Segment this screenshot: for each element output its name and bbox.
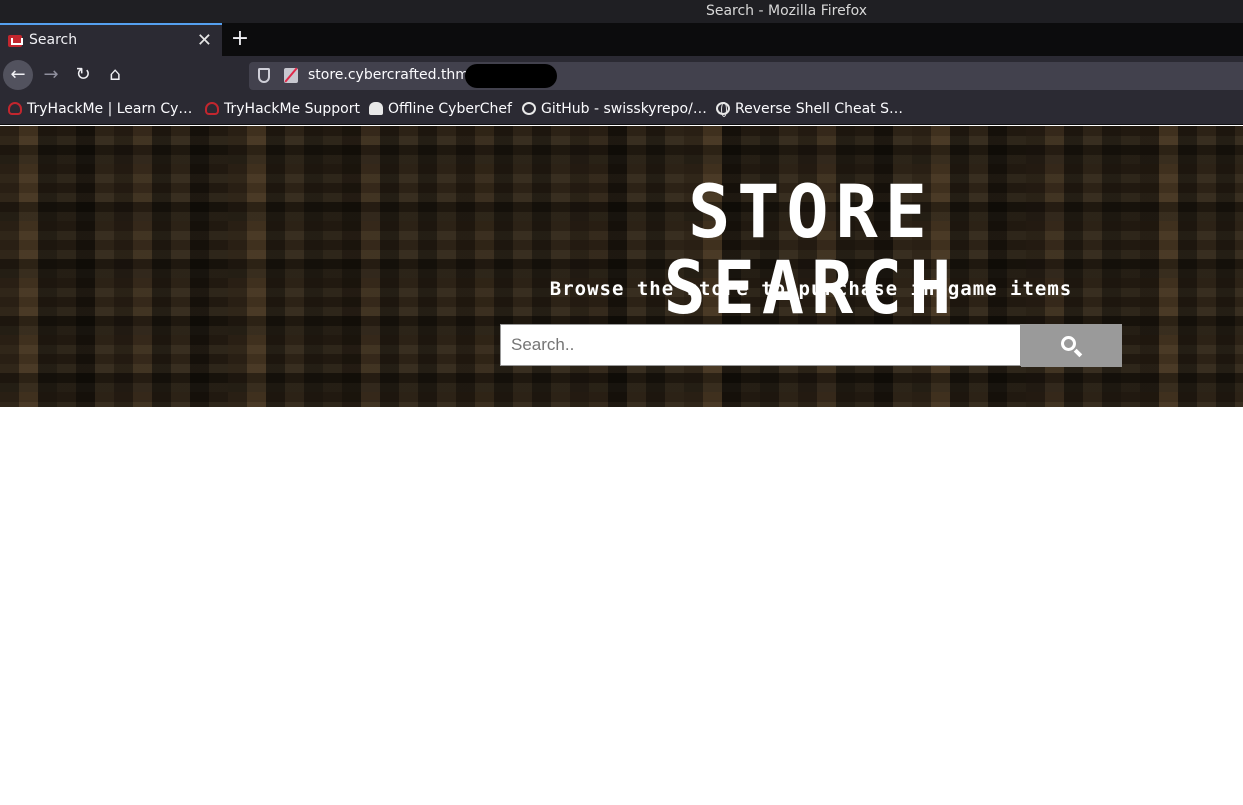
bookmark-label: TryHackMe | Learn Cy…: [27, 101, 193, 117]
url-text[interactable]: store.cybercrafted.thm: [308, 67, 469, 83]
close-tab-icon[interactable]: ✕: [197, 30, 212, 51]
tracking-protection-icon[interactable]: [258, 68, 270, 83]
home-button[interactable]: ⌂: [100, 60, 130, 90]
bookmark-reverse-shell[interactable]: Reverse Shell Cheat S…: [716, 101, 903, 117]
reload-button[interactable]: ↻: [68, 60, 98, 90]
tab-strip: Search ✕ +: [0, 23, 1243, 56]
page-title: STORE SEARCH: [663, 168, 959, 331]
search-hero-banner: STORE SEARCH Browse the store to purchas…: [0, 126, 1243, 407]
bookmark-label: TryHackMe Support: [224, 101, 360, 117]
window-titlebar: Search - Mozilla Firefox: [0, 0, 1243, 23]
bookmark-github-swisskyrepo[interactable]: GitHub - swisskyrepo/…: [522, 101, 707, 117]
search-button[interactable]: [1021, 324, 1122, 367]
back-button[interactable]: ←: [3, 60, 33, 90]
globe-icon: [716, 102, 730, 117]
bookmarks-toolbar: TryHackMe | Learn Cy… TryHackMe Support …: [0, 96, 1243, 125]
cloud-icon: [205, 102, 219, 115]
tab-search[interactable]: Search ✕: [0, 23, 222, 56]
github-icon: [522, 102, 536, 115]
bookmark-tryhackme-learn[interactable]: TryHackMe | Learn Cy…: [8, 101, 192, 117]
search-icon: [1061, 336, 1076, 351]
tryhackme-icon: [8, 35, 23, 47]
bookmark-label: Reverse Shell Cheat S…: [735, 101, 903, 117]
bookmark-label: GitHub - swisskyrepo/…: [541, 101, 707, 117]
bookmark-label: Offline CyberChef: [388, 101, 512, 117]
forward-button[interactable]: →: [36, 60, 66, 90]
window-title: Search - Mozilla Firefox: [705, 3, 868, 19]
bookmark-offline-cyberchef[interactable]: Offline CyberChef: [369, 101, 512, 117]
bookmark-tryhackme-support[interactable]: TryHackMe Support: [205, 101, 360, 117]
address-bar[interactable]: store.cybercrafted.thm: [249, 62, 1243, 90]
navigation-toolbar: ← → ↻ ⌂ store.cybercrafted.thm: [0, 56, 1243, 96]
tab-label: Search: [29, 32, 78, 48]
redaction-mark: [465, 64, 557, 88]
cloud-icon: [8, 102, 22, 115]
new-tab-button[interactable]: +: [229, 26, 251, 52]
chef-hat-icon: [369, 102, 383, 115]
insecure-connection-icon[interactable]: [284, 68, 298, 83]
page-subtitle: Browse the store to purchase in-game ite…: [549, 278, 1073, 300]
search-input[interactable]: [500, 324, 1021, 366]
